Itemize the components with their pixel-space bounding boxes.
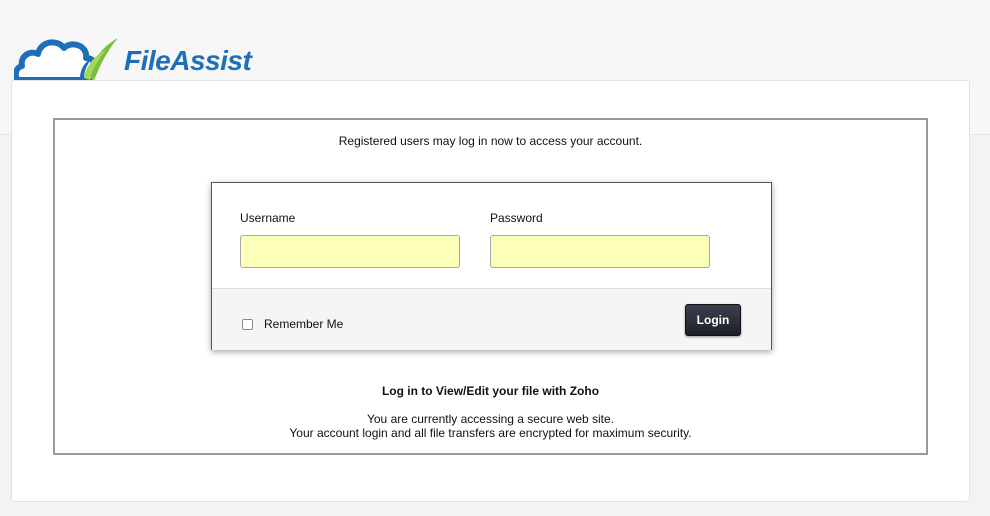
remember-me-label: Remember Me <box>264 317 344 331</box>
zoho-heading: Log in to View/Edit your file with Zoho <box>381 384 600 398</box>
password-input[interactable] <box>490 235 710 268</box>
password-label: Password <box>490 211 543 225</box>
login-frame: Registered users may log in now to acces… <box>53 118 928 455</box>
brand-logo[interactable]: FileAssist <box>14 26 252 82</box>
remember-me[interactable]: Remember Me <box>242 317 343 331</box>
remember-me-checkbox[interactable] <box>242 318 253 330</box>
username-input[interactable] <box>240 235 460 268</box>
intro-text: Registered users may log in now to acces… <box>338 134 643 148</box>
login-footer: Remember Me Login <box>212 288 771 350</box>
username-label: Username <box>240 211 296 225</box>
encryption-text: Your account login and all file transfer… <box>289 426 692 440</box>
login-card: Registered users may log in now to acces… <box>11 80 970 502</box>
secure-site-text: You are currently accessing a secure web… <box>366 412 615 426</box>
cloud-leaf-logo-icon <box>14 26 122 82</box>
login-form: Username Password Remember Me Login <box>211 182 772 350</box>
login-button[interactable]: Login <box>685 304 741 336</box>
brand-name: FileAssist <box>124 45 252 76</box>
